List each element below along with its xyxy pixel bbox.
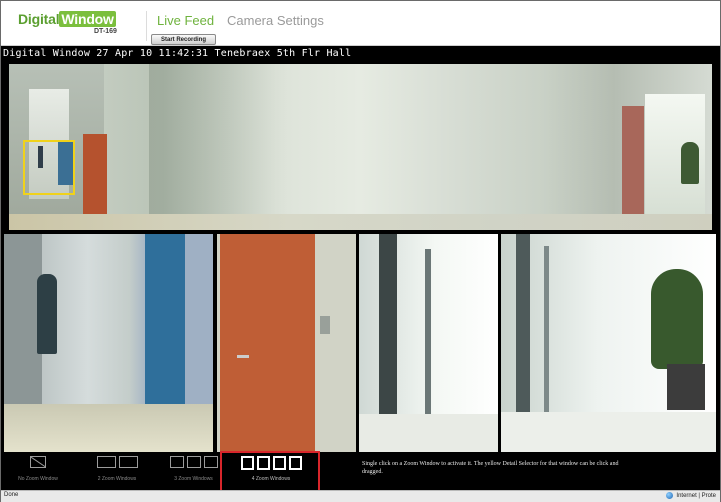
start-recording-button[interactable]: Start Recording (151, 34, 216, 45)
layout-no-zoom-label: No Zoom Window (18, 476, 58, 482)
status-done: Done (4, 492, 19, 498)
layout-3-icon (166, 456, 221, 472)
digital-window-logo: Digital Window DT-169 (16, 9, 138, 37)
video-caption: Digital Window 27 Apr 10 11:42:31 Tenebr… (3, 48, 352, 59)
zoom2-orange-door (220, 234, 315, 452)
zoom-window-2[interactable] (217, 234, 356, 452)
pano-wall-shadow (149, 64, 289, 230)
layout-1-icon (13, 456, 63, 472)
layout-3-zoom-label: 3 Zoom Windows (174, 476, 213, 482)
window-box-icon (96, 456, 116, 468)
zoom4-floor (501, 412, 716, 452)
pano-right-door (622, 106, 644, 230)
logo-wordmark: Digital Window (18, 11, 116, 27)
tab-live-feed[interactable]: Live Feed (157, 13, 214, 28)
window-box-icon (203, 456, 218, 468)
status-bar: Done Internet | Prote (1, 490, 720, 502)
zoom-window-3[interactable] (359, 234, 498, 452)
logo-model: DT-169 (94, 28, 117, 35)
single-window-icon (30, 456, 46, 468)
zoom4-plant-pot (667, 364, 705, 410)
zoom1-person (37, 274, 57, 354)
detail-selector[interactable] (23, 140, 75, 195)
zoom-window-1[interactable] (4, 234, 213, 452)
zoom4-window-mullion (544, 246, 549, 436)
tab-camera-settings[interactable]: Camera Settings (227, 13, 324, 28)
header-bar: Digital Window DT-169 Live Feed Camera Se… (1, 1, 720, 46)
zoom4-plant (651, 269, 703, 369)
zoom2-door-handle (237, 355, 249, 358)
layout-2-icon (91, 456, 143, 472)
logo-text-window: Window (59, 11, 116, 27)
pano-floor (9, 214, 712, 230)
globe-icon (666, 492, 674, 499)
header-divider (146, 11, 147, 41)
window-box-icon (118, 456, 138, 468)
pano-plant (681, 142, 699, 184)
panoramic-view[interactable] (9, 64, 712, 230)
zoom3-window-mullion (425, 249, 431, 429)
status-zone: Internet | Prote (666, 492, 716, 499)
layout-2-zoom-label: 2 Zoom Windows (97, 476, 137, 482)
zoom3-floor (359, 414, 498, 452)
zoom2-wall-plate (320, 316, 330, 334)
app-window: Digital Window DT-169 Live Feed Camera Se… (0, 0, 721, 502)
layout-2-zoom-button[interactable]: 2 Zoom Windows (91, 456, 143, 484)
window-box-icon (186, 456, 201, 468)
layout-3-zoom-button[interactable]: 3 Zoom Windows (166, 456, 221, 484)
zoom-window-4[interactable] (501, 234, 716, 452)
zoom1-floor (4, 404, 213, 452)
help-text: Single click on a Zoom Window to activat… (362, 461, 619, 475)
logo-text-digital: Digital (18, 11, 60, 27)
selected-layout-highlight (220, 451, 320, 494)
window-box-icon (169, 456, 184, 468)
layout-no-zoom-button[interactable]: No Zoom Window (13, 456, 63, 484)
status-zone-label: Internet | Prote (676, 492, 716, 499)
zoom1-blue-door (145, 234, 185, 409)
